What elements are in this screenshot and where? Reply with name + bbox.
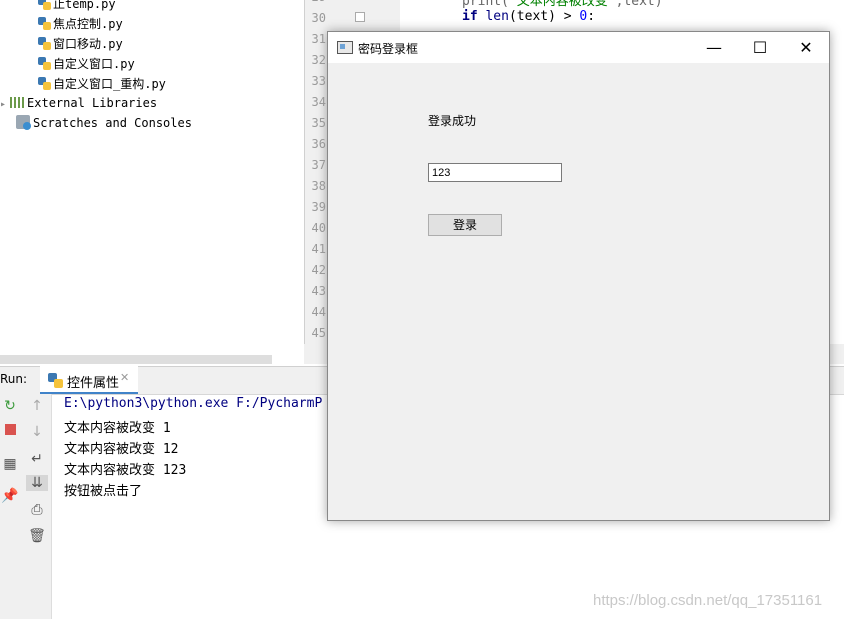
window-app-icon [337, 41, 353, 54]
python-run-icon [48, 371, 65, 390]
password-input[interactable] [428, 163, 562, 182]
arrow-up-icon[interactable]: ↑ [27, 398, 47, 414]
console-output-line: 文本内容被改变 1 [64, 421, 171, 436]
line-number: 43 [311, 284, 326, 298]
maximize-icon[interactable]: ☐ [737, 32, 783, 63]
code-text: (text) > [508, 9, 580, 24]
line-number: 34 [311, 95, 326, 109]
expand-arrow-icon[interactable]: ▸ [0, 99, 6, 110]
tree-file-item[interactable]: 自定义窗口.py [38, 54, 135, 74]
python-file-icon [38, 17, 51, 30]
line-number: 41 [311, 242, 326, 256]
code-keyword: if [462, 9, 486, 24]
line-number: 36 [311, 137, 326, 151]
console-output-line: E:\python3\python.exe F:/PycharmP [64, 396, 323, 411]
scratches-icon [16, 115, 31, 130]
stop-icon[interactable] [0, 423, 20, 439]
line-number: 39 [311, 200, 326, 214]
line-number: 29 [306, 0, 326, 4]
python-file-icon [38, 77, 51, 90]
code-line-partial: print('文本内容被改变',text) [462, 0, 663, 9]
project-tree: 止temp.py 焦点控制.py 窗口移动.py 自定义窗口.py 自定义窗口_… [0, 0, 304, 356]
watermark-text: https://blog.csdn.net/qq_17351161 [593, 592, 823, 609]
line-number: 42 [311, 263, 326, 277]
tree-scratches[interactable]: Scratches and Consoles [16, 113, 192, 133]
tree-file-item[interactable]: 止temp.py [38, 0, 116, 14]
minimize-icon[interactable]: — [691, 32, 737, 63]
code-function: len [485, 9, 509, 24]
run-output-toolbar: ↑ ↓ ↵ ⇊ ⎙ 🗑 [22, 394, 52, 619]
login-dialog-window: 密码登录框 — ☐ ✕ 登录成功 登录 [327, 31, 830, 521]
console-output-line: 按钮被点击了 [64, 484, 143, 499]
close-tab-icon[interactable]: ✕ [120, 371, 129, 384]
line-number: 30 [311, 11, 326, 25]
dialog-title: 密码登录框 [358, 42, 419, 56]
tree-horizontal-scrollbar[interactable] [0, 355, 272, 364]
tree-file-name: 止temp.py [53, 0, 116, 11]
tree-label: External Libraries [27, 96, 158, 110]
console-output-line: 文本内容被改变 123 [64, 463, 187, 478]
login-button[interactable]: 登录 [428, 214, 502, 236]
line-number: 37 [311, 158, 326, 172]
tree-external-libraries[interactable]: ▸ External Libraries [0, 93, 157, 113]
layout-icon[interactable]: ▦ [0, 456, 20, 472]
python-file-icon [38, 37, 51, 50]
python-file-icon [38, 57, 51, 70]
code-line-30: if len(text) > 0: [462, 9, 595, 24]
library-icon [10, 97, 25, 108]
line-number: 40 [311, 221, 326, 235]
pin-icon[interactable]: 📌 [0, 488, 20, 504]
soft-wrap-icon[interactable]: ↵ [27, 451, 47, 467]
trash-icon[interactable]: 🗑 [27, 528, 47, 544]
tree-label: Scratches and Consoles [33, 116, 192, 130]
python-file-icon [38, 0, 51, 10]
console-output-line: 文本内容被改变 12 [64, 442, 179, 457]
line-number: 38 [311, 179, 326, 193]
rerun-icon[interactable]: ↻ [0, 398, 20, 414]
line-number: 31 [311, 32, 326, 46]
close-icon[interactable]: ✕ [783, 32, 829, 63]
line-number: 33 [311, 74, 326, 88]
tree-file-name: 窗口移动.py [53, 37, 123, 51]
line-number: 35 [311, 116, 326, 130]
tree-file-item[interactable]: 自定义窗口_重构.py [38, 74, 166, 94]
code-text: : [587, 9, 596, 24]
arrow-down-icon[interactable]: ↓ [27, 424, 47, 440]
login-status-label: 登录成功 [428, 114, 477, 128]
tree-file-name: 自定义窗口_重构.py [53, 77, 166, 91]
line-number: 44 [311, 305, 326, 319]
scroll-to-end-icon[interactable]: ⇊ [26, 475, 48, 491]
run-left-toolbar: ↻ ▦ 📌 [0, 394, 23, 619]
tree-file-item[interactable]: 焦点控制.py [38, 14, 123, 34]
run-label: Run: [0, 372, 28, 386]
line-number: 45 [311, 326, 326, 340]
run-tab-title: 控件属性 [67, 376, 120, 391]
fold-marker-icon[interactable] [355, 12, 365, 22]
print-icon[interactable]: ⎙ [27, 502, 47, 518]
line-number: 32 [311, 53, 326, 67]
tree-file-item[interactable]: 窗口移动.py [38, 34, 123, 54]
tree-file-name: 焦点控制.py [53, 17, 123, 31]
tree-file-name: 自定义窗口.py [53, 57, 135, 71]
